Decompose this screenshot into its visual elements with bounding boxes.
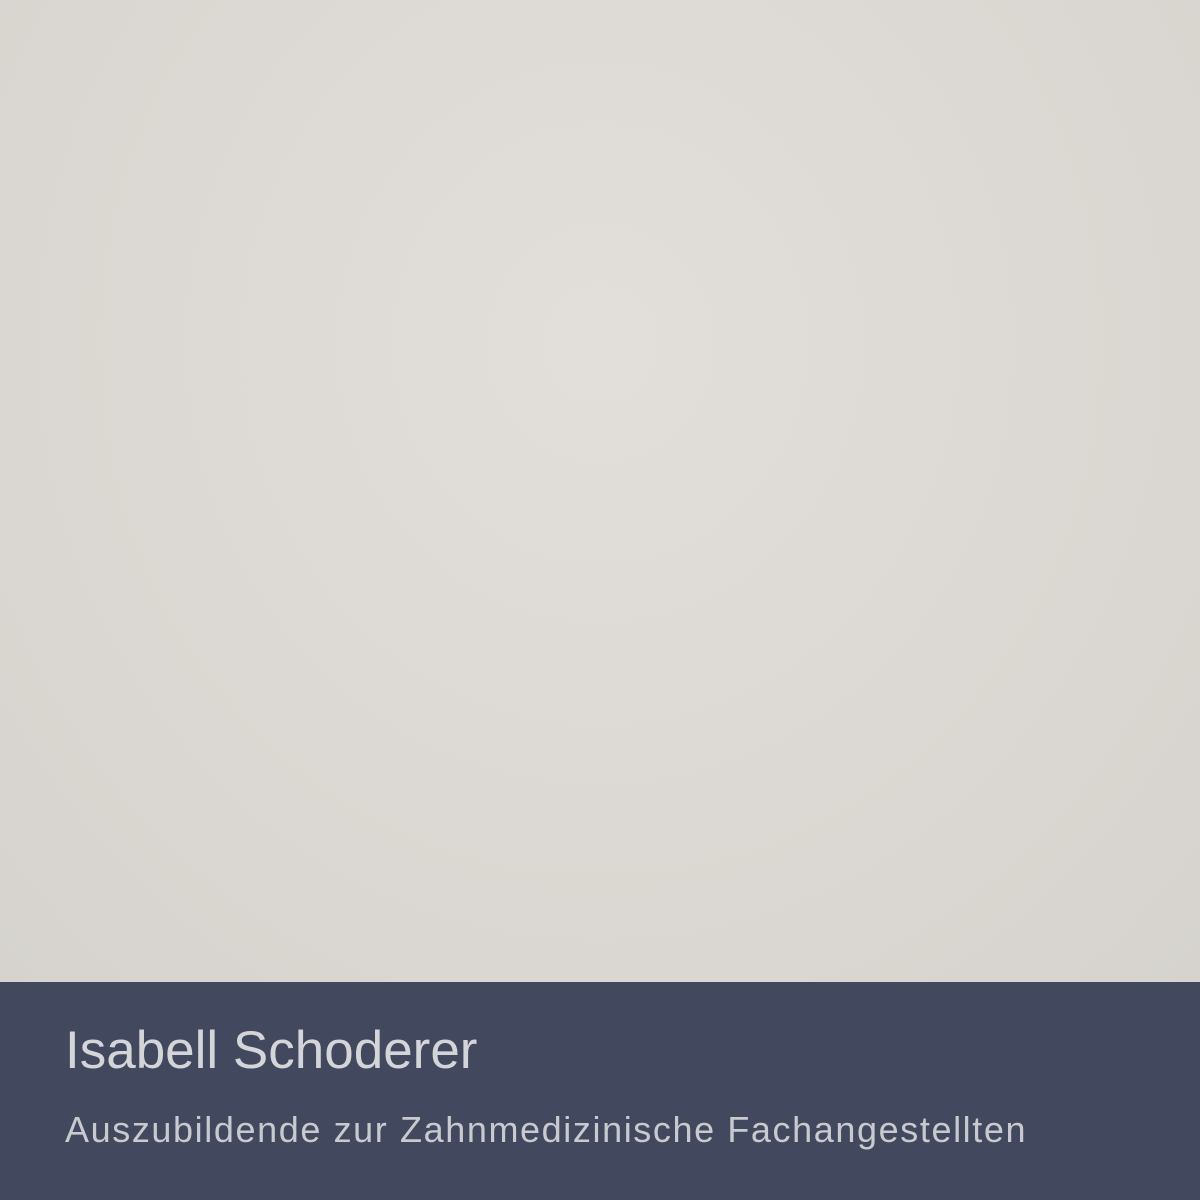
person-name: Isabell Schoderer [65, 1021, 478, 1080]
person-role: Auszubildende zur Zahnmedizinische Facha… [65, 1109, 1028, 1150]
caption-bar [0, 982, 1200, 1200]
profile-card: Isabell Schoderer Auszubildende zur Zahn… [0, 0, 1200, 1200]
portrait-photo [0, 0, 1200, 982]
